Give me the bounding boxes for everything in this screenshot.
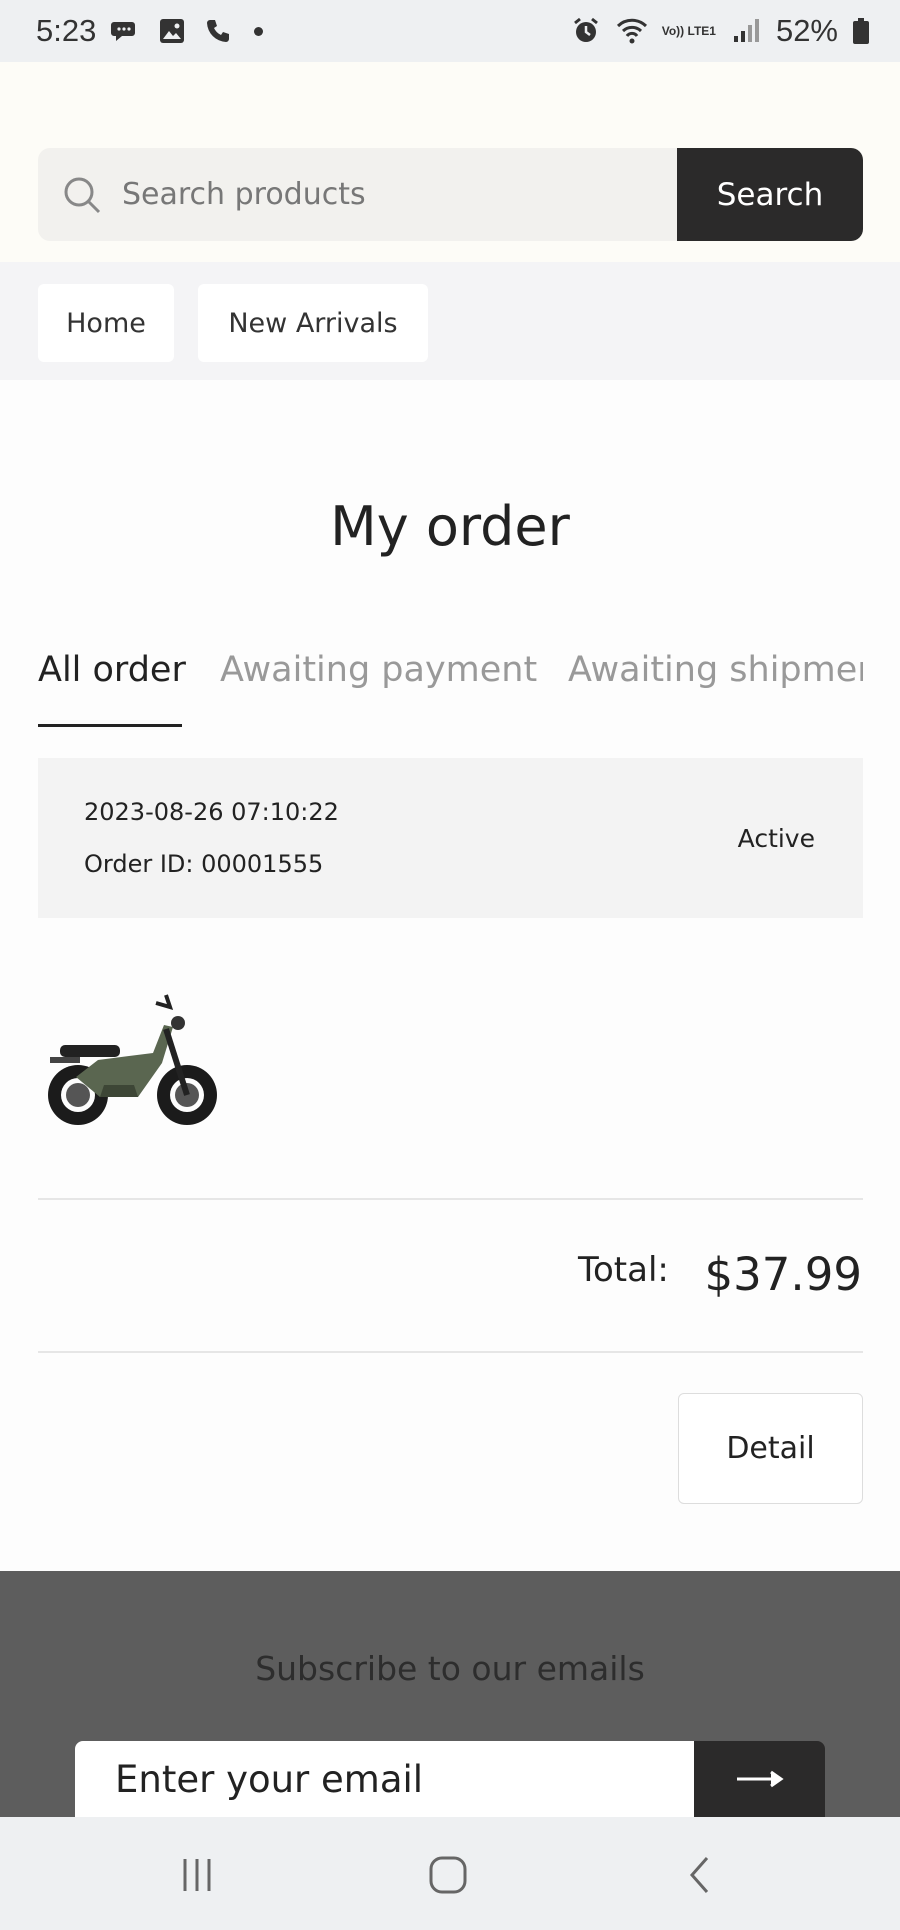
order-tabs: All order Awaiting payment Awaiting ship… [38, 650, 863, 730]
notification-dot [254, 26, 264, 36]
arrow-right-icon [736, 1770, 784, 1788]
search-icon [64, 177, 101, 213]
search-placeholder: Search products [122, 177, 366, 212]
phone-icon [207, 20, 230, 42]
network-type: Vo)) LTE1 [661, 24, 716, 38]
divider [38, 1351, 863, 1353]
site-header: Search products Search [0, 62, 900, 262]
back-button[interactable] [670, 1845, 730, 1905]
total-label: Total: [578, 1250, 669, 1290]
home-icon [429, 1856, 467, 1894]
recents-icon [183, 1859, 211, 1891]
status-left: 5:23 [36, 13, 264, 49]
product-image[interactable] [38, 985, 228, 1135]
order-status: Active [737, 824, 815, 853]
active-tab-indicator [38, 724, 182, 727]
back-icon [689, 1857, 709, 1893]
home-button[interactable] [418, 1845, 478, 1905]
detail-button[interactable]: Detail [678, 1393, 863, 1504]
main-nav: Home New Arrivals [0, 262, 900, 380]
newsletter-footer: Subscribe to our emails Enter your email [0, 1571, 900, 1831]
total-value: $37.99 [704, 1248, 862, 1301]
gallery-icon [160, 19, 185, 43]
search-button[interactable]: Search [677, 148, 863, 241]
status-time: 5:23 [36, 13, 97, 48]
signal-icon [733, 19, 759, 42]
tab-awaiting-shipment[interactable]: Awaiting shipment [568, 650, 863, 690]
order-date: 2023-08-26 07:10:22 [84, 798, 339, 826]
search-input[interactable]: Search products [38, 148, 678, 241]
tab-all-order[interactable]: All order [38, 650, 186, 690]
status-right: Vo)) LTE1 52% [570, 13, 870, 49]
nav-item-home[interactable]: Home [38, 284, 174, 362]
battery-icon [853, 18, 869, 44]
order-header: 2023-08-26 07:10:22 Order ID: 00001555 A… [38, 758, 863, 918]
alarm-icon [573, 17, 598, 42]
wifi-icon [616, 18, 647, 44]
battery-percent: 52% [775, 13, 838, 48]
recents-button[interactable] [167, 1845, 227, 1905]
tab-awaiting-payment[interactable]: Awaiting payment [220, 650, 537, 690]
system-nav-bar [0, 1817, 900, 1930]
divider [38, 1198, 863, 1200]
chat-icon [111, 22, 136, 41]
page-title: My order [330, 495, 570, 558]
status-bar: 5:23 Vo)) LTE1 52% [0, 0, 900, 62]
nav-item-new-arrivals[interactable]: New Arrivals [198, 284, 428, 362]
order-id: Order ID: 00001555 [84, 850, 324, 878]
subscribe-title: Subscribe to our emails [255, 1649, 645, 1688]
